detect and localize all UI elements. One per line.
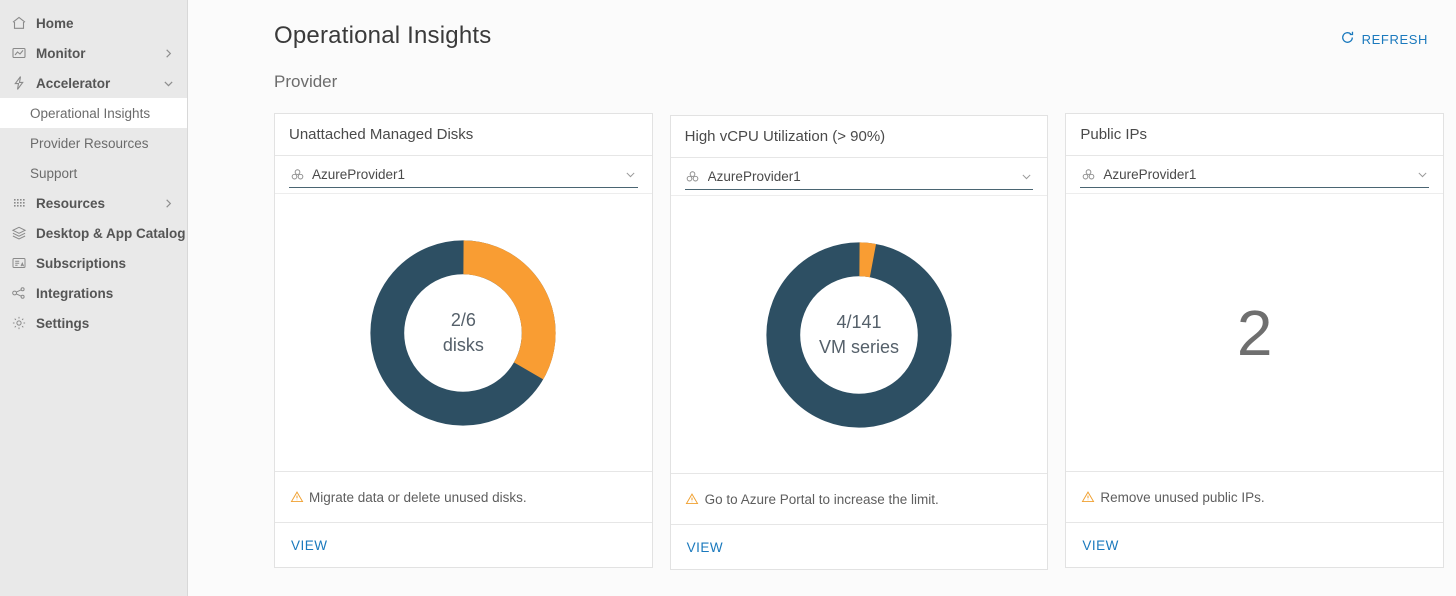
sidebar-subitem-label: Provider Resources bbox=[30, 135, 149, 151]
sidebar-item-operational-insights[interactable]: Operational Insights bbox=[0, 98, 187, 128]
sidebar-item-support[interactable]: Support bbox=[0, 158, 187, 188]
cluster-icon bbox=[685, 168, 701, 184]
sidebar-subitem-label: Operational Insights bbox=[30, 105, 151, 121]
provider-select-value: AzureProvider1 bbox=[312, 166, 406, 182]
provider-select[interactable]: AzureProvider1 bbox=[1080, 162, 1430, 188]
cluster-icon bbox=[289, 166, 305, 182]
sidebar-item-resources[interactable]: Resources bbox=[0, 188, 187, 218]
sidebar-item-home[interactable]: Home bbox=[0, 8, 187, 38]
integrations-icon bbox=[10, 284, 28, 302]
warning-icon bbox=[289, 490, 304, 505]
card-note: Migrate data or delete unused disks. bbox=[275, 471, 652, 522]
subscriptions-icon bbox=[10, 254, 28, 272]
main-header: Operational Insights REFRESH bbox=[188, 0, 1456, 50]
sidebar-item-integrations[interactable]: Integrations bbox=[0, 278, 187, 308]
card-public-ips: Public IPs AzureProvider1 2 Remove unuse… bbox=[1065, 113, 1445, 568]
chevron-right-icon[interactable] bbox=[161, 196, 175, 210]
sidebar-item-label: Subscriptions bbox=[36, 255, 127, 271]
grid-icon bbox=[10, 194, 28, 212]
public-ips-count: 2 bbox=[1236, 296, 1273, 369]
lightning-icon bbox=[10, 74, 28, 92]
card-title: Unattached Managed Disks bbox=[275, 114, 652, 156]
chevron-down-icon[interactable] bbox=[1019, 171, 1033, 182]
provider-select-value: AzureProvider1 bbox=[1103, 166, 1197, 182]
cluster-icon bbox=[1080, 166, 1096, 182]
card-footer: VIEW bbox=[275, 522, 652, 567]
provider-select[interactable]: AzureProvider1 bbox=[684, 164, 1034, 190]
app-root: Home Monitor Accelerator Operational Ins… bbox=[0, 0, 1456, 596]
page-title: Operational Insights bbox=[274, 22, 492, 49]
warning-icon bbox=[685, 492, 700, 507]
donut-svg bbox=[766, 241, 952, 428]
monitor-icon bbox=[10, 44, 28, 62]
card-note-text: Remove unused public IPs. bbox=[1100, 489, 1265, 505]
card-note: Remove unused public IPs. bbox=[1066, 471, 1444, 522]
chevron-down-icon[interactable] bbox=[1415, 169, 1429, 180]
main-content: Operational Insights REFRESH Provider Un… bbox=[188, 0, 1456, 596]
sidebar-item-monitor[interactable]: Monitor bbox=[0, 38, 187, 68]
chevron-right-icon[interactable] bbox=[161, 46, 175, 60]
card-provider-row: AzureProvider1 bbox=[670, 158, 1048, 196]
sidebar-item-label: Desktop & App Catalog bbox=[36, 225, 186, 241]
donut-chart-vm-series: 4/141 VM series bbox=[759, 235, 959, 435]
sidebar-item-accelerator[interactable]: Accelerator bbox=[0, 68, 187, 98]
card-provider-row: AzureProvider1 bbox=[1066, 156, 1444, 194]
section-title-provider: Provider bbox=[274, 72, 338, 91]
sidebar-item-desktop-app-catalog[interactable]: Desktop & App Catalog bbox=[0, 218, 187, 248]
card-note-text: Go to Azure Portal to increase the limit… bbox=[704, 491, 939, 507]
home-icon bbox=[10, 14, 28, 32]
donut-chart-disks: 2/6 disks bbox=[363, 233, 563, 433]
card-visual: 2/6 disks bbox=[275, 194, 652, 471]
view-link[interactable]: VIEW bbox=[291, 538, 328, 553]
card-unattached-managed-disks: Unattached Managed Disks AzureProvider1 bbox=[274, 113, 653, 568]
cards-container: Unattached Managed Disks AzureProvider1 bbox=[188, 92, 1456, 570]
sidebar-item-label: Home bbox=[36, 15, 74, 31]
sidebar: Home Monitor Accelerator Operational Ins… bbox=[0, 0, 188, 596]
sidebar-item-label: Integrations bbox=[36, 285, 114, 301]
view-link[interactable]: VIEW bbox=[1082, 538, 1119, 553]
refresh-icon bbox=[1340, 30, 1355, 48]
layers-icon bbox=[10, 224, 28, 242]
card-title: High vCPU Utilization (> 90%) bbox=[670, 116, 1048, 158]
card-note: Go to Azure Portal to increase the limit… bbox=[670, 473, 1048, 524]
chevron-down-icon[interactable] bbox=[161, 76, 175, 90]
card-visual: 4/141 VM series bbox=[671, 196, 1048, 473]
chevron-down-icon[interactable] bbox=[624, 169, 638, 180]
card-provider-row: AzureProvider1 bbox=[275, 156, 652, 194]
card-footer: VIEW bbox=[670, 524, 1048, 569]
sidebar-item-provider-resources[interactable]: Provider Resources bbox=[0, 128, 187, 158]
view-link[interactable]: VIEW bbox=[687, 540, 724, 555]
card-visual: 2 bbox=[1066, 194, 1443, 471]
sidebar-item-label: Resources bbox=[36, 195, 106, 211]
card-footer: VIEW bbox=[1066, 522, 1444, 567]
donut-svg bbox=[370, 239, 556, 426]
gear-icon bbox=[10, 314, 28, 332]
sidebar-item-label: Accelerator bbox=[36, 75, 111, 91]
sidebar-item-label: Settings bbox=[36, 315, 90, 331]
card-note-text: Migrate data or delete unused disks. bbox=[309, 489, 527, 505]
card-high-vcpu-utilization: High vCPU Utilization (> 90%) AzureProvi… bbox=[669, 115, 1049, 570]
sidebar-item-label: Monitor bbox=[36, 45, 86, 61]
sidebar-item-subscriptions[interactable]: Subscriptions bbox=[0, 248, 187, 278]
sidebar-subitem-label: Support bbox=[30, 165, 78, 181]
refresh-button[interactable]: REFRESH bbox=[1340, 30, 1428, 48]
sidebar-item-settings[interactable]: Settings bbox=[0, 308, 187, 338]
provider-select[interactable]: AzureProvider1 bbox=[289, 162, 638, 188]
card-title: Public IPs bbox=[1066, 114, 1444, 156]
provider-select-value: AzureProvider1 bbox=[707, 168, 801, 184]
warning-icon bbox=[1080, 490, 1095, 505]
refresh-label: REFRESH bbox=[1361, 31, 1428, 47]
